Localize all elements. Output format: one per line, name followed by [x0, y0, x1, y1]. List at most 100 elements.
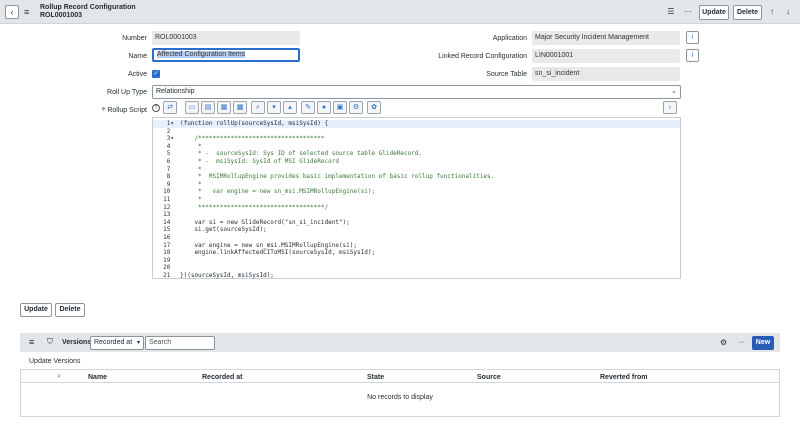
insert-line-icon[interactable]: ▦	[217, 101, 231, 114]
menu-icon[interactable]: ≡	[24, 6, 34, 18]
arrow-up-icon[interactable]: ↑	[766, 6, 778, 18]
settings-sliders-icon[interactable]: ☰	[665, 6, 677, 18]
search-input[interactable]: Search	[145, 336, 215, 350]
code-text: * var engine = new sn_msi.MSIMRollupEngi…	[180, 188, 376, 196]
code-line[interactable]: 16	[153, 234, 680, 242]
code-line[interactable]: 10 * var engine = new sn_msi.MSIMRollupE…	[153, 188, 680, 196]
help-circle-icon[interactable]: ●	[317, 101, 331, 114]
code-line[interactable]: 15 si.get(sourceSysId);	[153, 226, 680, 234]
gear-icon[interactable]: ⚙	[720, 338, 727, 348]
application-field[interactable]: Major Security Incident Management	[532, 31, 680, 45]
update-button-bottom[interactable]: Update	[20, 303, 52, 317]
syntax-check-icon[interactable]: ✎	[301, 101, 315, 114]
code-line[interactable]: 1▾ (function rollUp(sourceSysId, msiSysId…	[153, 120, 680, 128]
rollup-type-label: Roll Up Type	[107, 89, 147, 96]
line-number: 14	[163, 218, 174, 226]
debug-icon[interactable]: ⚙	[349, 101, 363, 114]
chevron-down-icon: ⌄	[671, 88, 677, 95]
code-line[interactable]: 17 var engine = new sn_msi.MSIMRollupEng…	[153, 242, 680, 250]
related-list-title: Versions	[62, 339, 92, 346]
code-line[interactable]: 9 *	[153, 181, 680, 189]
comment-icon[interactable]: ▭	[185, 101, 199, 114]
more-icon[interactable]: ···	[738, 338, 745, 348]
active-label: Active	[127, 71, 147, 78]
info-icon[interactable]: i	[686, 49, 699, 62]
help-icon[interactable]: ?	[152, 104, 160, 112]
code-line[interactable]: 21 })(sourceSysId, msiSysId);	[153, 272, 680, 280]
line-number: 7	[166, 165, 174, 173]
header-divider	[20, 382, 780, 383]
code-line[interactable]: 11 *	[153, 196, 680, 204]
active-checkbox[interactable]: ✓	[152, 70, 160, 78]
code-line[interactable]: 5 * - sourceSysId: Sys ID of selected so…	[153, 150, 680, 158]
menu-icon[interactable]: ≡	[29, 337, 34, 347]
update-button[interactable]: Update	[699, 5, 729, 20]
column-header-source[interactable]: Source	[477, 374, 501, 381]
search-icon[interactable]: ⌕	[251, 101, 265, 114]
line-number: 20	[163, 264, 174, 272]
line-number: 17	[163, 241, 174, 249]
new-button[interactable]: New	[752, 336, 774, 350]
code-text: })(sourceSysId, msiSysId);	[180, 272, 274, 279]
save-icon[interactable]: ▣	[333, 101, 347, 114]
code-text: engine.linkAffectedCIToMSI(sourceSysId, …	[180, 249, 376, 257]
code-line[interactable]: 8 * MSIMRollupEngine provides basic impl…	[153, 173, 680, 181]
delete-button-bottom[interactable]: Delete	[55, 303, 85, 317]
code-line[interactable]: 6 * - msiSysId: SysId of MSI GlideRecord	[153, 158, 680, 166]
search-field-select[interactable]: Recorded at ▾	[90, 336, 144, 350]
related-list-subtitle: Update Versions	[29, 358, 81, 365]
source-table-field[interactable]: sn_si_incident	[532, 67, 680, 81]
rollup-type-value: Relationship	[156, 88, 195, 95]
arrow-down-icon[interactable]: ↓	[782, 6, 794, 18]
code-line[interactable]: 14 var si = new GlideRecord("sn_si_incid…	[153, 219, 680, 227]
collapse-icon[interactable]: ▾	[267, 101, 281, 114]
settings-icon[interactable]: ✿	[367, 101, 381, 114]
rollup-script-label: Rollup Script	[107, 107, 147, 114]
form-header: ‹ ≡ Rollup Record Configuration ROL00010…	[0, 0, 800, 24]
page-title: Rollup Record Configuration	[40, 4, 136, 11]
code-line[interactable]: 18 engine.linkAffectedCIToMSI(sourceSysI…	[153, 249, 680, 257]
rollup-type-select[interactable]: Relationship ⌄	[152, 85, 681, 99]
code-line[interactable]: 13	[153, 211, 680, 219]
format-code-icon[interactable]: ⇄	[163, 101, 177, 114]
number-field[interactable]: ROL0001003	[152, 31, 300, 45]
name-label: Name	[128, 53, 147, 60]
code-line[interactable]: 20	[153, 264, 680, 272]
column-header-reverted-from[interactable]: Reverted from	[600, 374, 647, 381]
code-line[interactable]: 19	[153, 257, 680, 265]
back-icon[interactable]: ‹	[5, 5, 19, 19]
code-line[interactable]: 7 *	[153, 166, 680, 174]
column-header-state[interactable]: State	[367, 374, 384, 381]
info-icon[interactable]: i	[686, 31, 699, 44]
more-icon[interactable]: ···	[682, 6, 694, 18]
code-text: (function rollUp(sourceSysId, msiSysId) …	[180, 120, 329, 127]
line-number: 2	[166, 127, 174, 135]
search-icon[interactable]: ⌕	[57, 373, 61, 381]
code-line[interactable]: 4 *	[153, 143, 680, 151]
line-number: 19	[163, 256, 174, 264]
column-header-recorded-at[interactable]: Recorded at	[202, 374, 242, 381]
linked-record-field[interactable]: LIN0001001	[532, 49, 680, 63]
filter-icon[interactable]: ⛉	[47, 337, 53, 347]
line-number: 12	[163, 203, 174, 211]
delete-button[interactable]: Delete	[733, 5, 762, 20]
script-editor[interactable]: 1▾ (function rollUp(sourceSysId, msiSysId…	[152, 117, 681, 279]
code-line[interactable]: 12 ***********************************/	[153, 204, 680, 212]
code-text: ***********************************/	[180, 203, 329, 211]
line-number: 10	[163, 188, 174, 196]
code-text: * MSIMRollupEngine provides basic implem…	[180, 173, 495, 181]
record-number: ROL0001003	[40, 12, 83, 19]
name-field[interactable]: Affected Configuration Items	[152, 48, 300, 62]
line-number: 21	[163, 272, 174, 279]
script-include-icon[interactable]: ▩	[233, 101, 247, 114]
expand-icon[interactable]: ▴	[283, 101, 297, 114]
number-label: Number	[122, 35, 147, 42]
code-line[interactable]: 3▾ /***********************************	[153, 135, 680, 143]
fullscreen-icon[interactable]: ›	[663, 101, 677, 114]
column-header-name[interactable]: Name	[88, 374, 107, 381]
code-text: /***********************************	[180, 135, 325, 143]
empty-message: No records to display	[367, 394, 433, 401]
code-line[interactable]: 2	[153, 128, 680, 136]
toggle-comment-icon[interactable]: ▤	[201, 101, 215, 114]
caret-down-icon: ▾	[136, 340, 140, 346]
